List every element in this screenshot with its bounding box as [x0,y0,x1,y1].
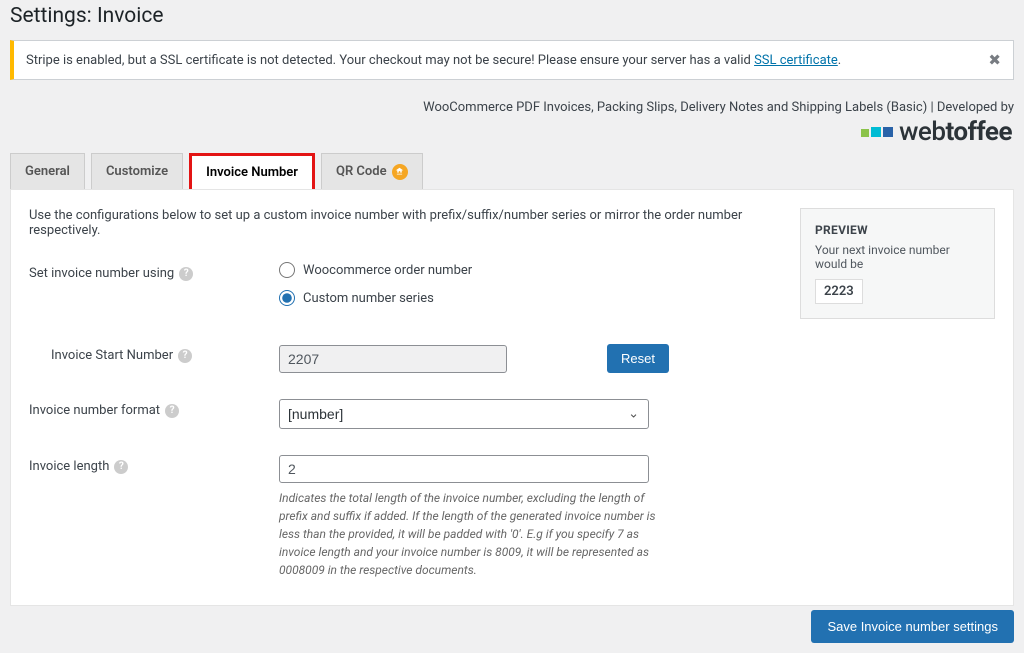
help-icon[interactable]: ? [165,404,179,418]
tab-invoice-number[interactable]: Invoice Number [189,153,315,189]
developed-by-line: WooCommerce PDF Invoices, Packing Slips,… [10,100,1014,115]
row-invoice-length: Invoice length ? Indicates the total len… [29,455,780,579]
notice-text-post: . [838,53,841,68]
help-icon[interactable]: ? [114,460,128,474]
radio-woo-label: Woocommerce order number [303,263,472,278]
preview-heading: PREVIEW [815,223,980,237]
preview-box: PREVIEW Your next invoice number would b… [800,208,995,319]
logo-squares-icon [861,127,893,137]
row-set-using: Set invoice number using ? Woocommerce o… [29,262,780,318]
preview-value: 2223 [815,279,863,304]
ssl-cert-link[interactable]: SSL certificate [754,53,838,68]
settings-panel: Use the configurations below to set up a… [10,189,1014,606]
tab-general[interactable]: General [10,153,85,189]
brand-text: webtoffee [899,117,1012,147]
panel-intro: Use the configurations below to set up a… [29,208,780,238]
radio-custom-series[interactable]: Custom number series [279,290,669,306]
help-icon[interactable]: ? [179,267,193,281]
label-start-number: Invoice Start Number ? [29,344,279,363]
tab-qr-code[interactable]: QR Code [321,153,423,189]
radio-woo-order[interactable]: Woocommerce order number [279,262,669,278]
tab-customize[interactable]: Customize [91,153,183,189]
row-number-format: Invoice number format ? [number] ⌄ [29,399,780,429]
reset-button[interactable]: Reset [607,344,669,373]
format-select[interactable]: [number] [279,399,649,429]
ssl-notice: Stripe is enabled, but a SSL certificate… [10,40,1014,80]
preview-text: Your next invoice number would be [815,243,980,271]
radio-custom-input[interactable] [279,290,295,306]
start-number-input[interactable] [279,345,507,373]
notice-text: Stripe is enabled, but a SSL certificate… [26,53,841,68]
brand-logo: webtoffee [10,117,1014,147]
radio-custom-label: Custom number series [303,291,434,306]
notice-text-pre: Stripe is enabled, but a SSL certificate… [26,53,754,68]
premium-badge-icon [392,164,408,180]
label-number-format: Invoice number format ? [29,399,279,418]
panel-footer: Save Invoice number settings [10,610,1014,643]
radio-woo-input[interactable] [279,262,295,278]
row-start-number: Invoice Start Number ? Reset [29,344,780,373]
settings-tabs: General Customize Invoice Number QR Code [10,153,1014,189]
close-icon: ✖ [988,52,1001,69]
invoice-length-input[interactable] [279,455,649,483]
label-set-using: Set invoice number using ? [29,262,279,281]
help-icon[interactable]: ? [178,349,192,363]
dismiss-notice-button[interactable]: ✖ [988,51,1001,69]
save-button[interactable]: Save Invoice number settings [811,610,1014,643]
label-invoice-length: Invoice length ? [29,455,279,474]
page-title: Settings: Invoice [10,0,1014,40]
tab-qr-label: QR Code [336,164,387,179]
